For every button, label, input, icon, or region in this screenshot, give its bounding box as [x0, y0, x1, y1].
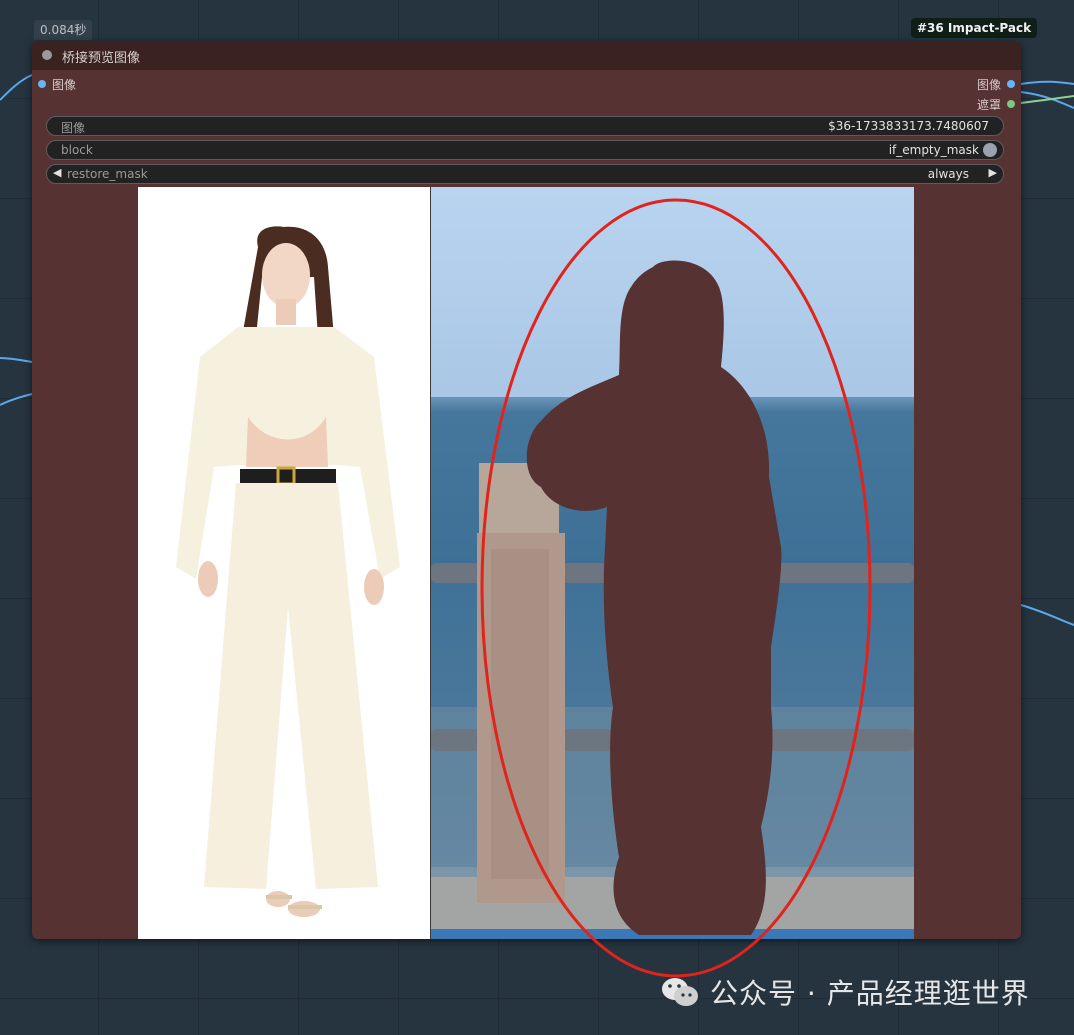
watermark: 公众号 · 产品经理逛世界	[660, 972, 1030, 1012]
watermark-text: 公众号 · 产品经理逛世界	[710, 977, 1030, 1010]
wechat-icon	[662, 978, 698, 1006]
red-annotation-ellipse	[480, 198, 872, 978]
